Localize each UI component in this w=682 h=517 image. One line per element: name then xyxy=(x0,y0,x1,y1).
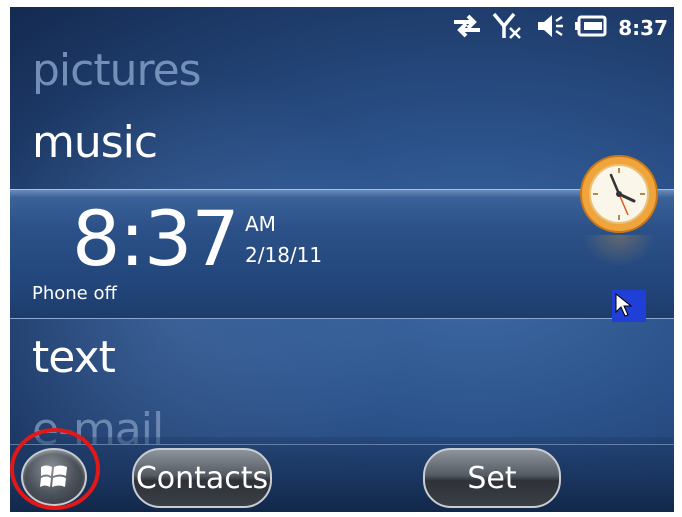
status-time[interactable]: 8:37 xyxy=(618,16,668,40)
menu-item-pictures[interactable]: pictures xyxy=(32,45,202,96)
contacts-softkey[interactable]: Contacts xyxy=(132,448,272,508)
softkey-bar xyxy=(10,437,674,512)
data-sync-icon[interactable] xyxy=(452,14,482,42)
clock-reflection xyxy=(582,235,656,267)
menu-item-music[interactable]: music xyxy=(32,117,158,168)
menu-item-text[interactable]: text xyxy=(32,332,116,383)
cursor-indicator xyxy=(612,290,646,322)
highlight-annotation-ring xyxy=(10,428,100,510)
analog-clock-icon xyxy=(578,153,660,235)
battery-icon[interactable] xyxy=(574,14,608,42)
device-frame: 8:37 pictures music 8:37 AM 2/18/11 Phon… xyxy=(10,7,674,512)
home-time: 8:37 xyxy=(72,194,240,283)
status-icons: 8:37 xyxy=(452,12,668,44)
signal-off-icon[interactable] xyxy=(492,12,524,44)
am-pm-indicator: AM xyxy=(245,212,276,236)
status-bar: 8:37 xyxy=(10,7,674,49)
softkey-divider xyxy=(10,444,674,445)
phone-status: Phone off xyxy=(32,283,117,304)
set-softkey[interactable]: Set xyxy=(423,448,561,508)
today-screen: 8:37 pictures music 8:37 AM 2/18/11 Phon… xyxy=(10,7,674,512)
home-date: 2/18/11 xyxy=(245,243,323,267)
speaker-icon[interactable] xyxy=(534,13,564,43)
